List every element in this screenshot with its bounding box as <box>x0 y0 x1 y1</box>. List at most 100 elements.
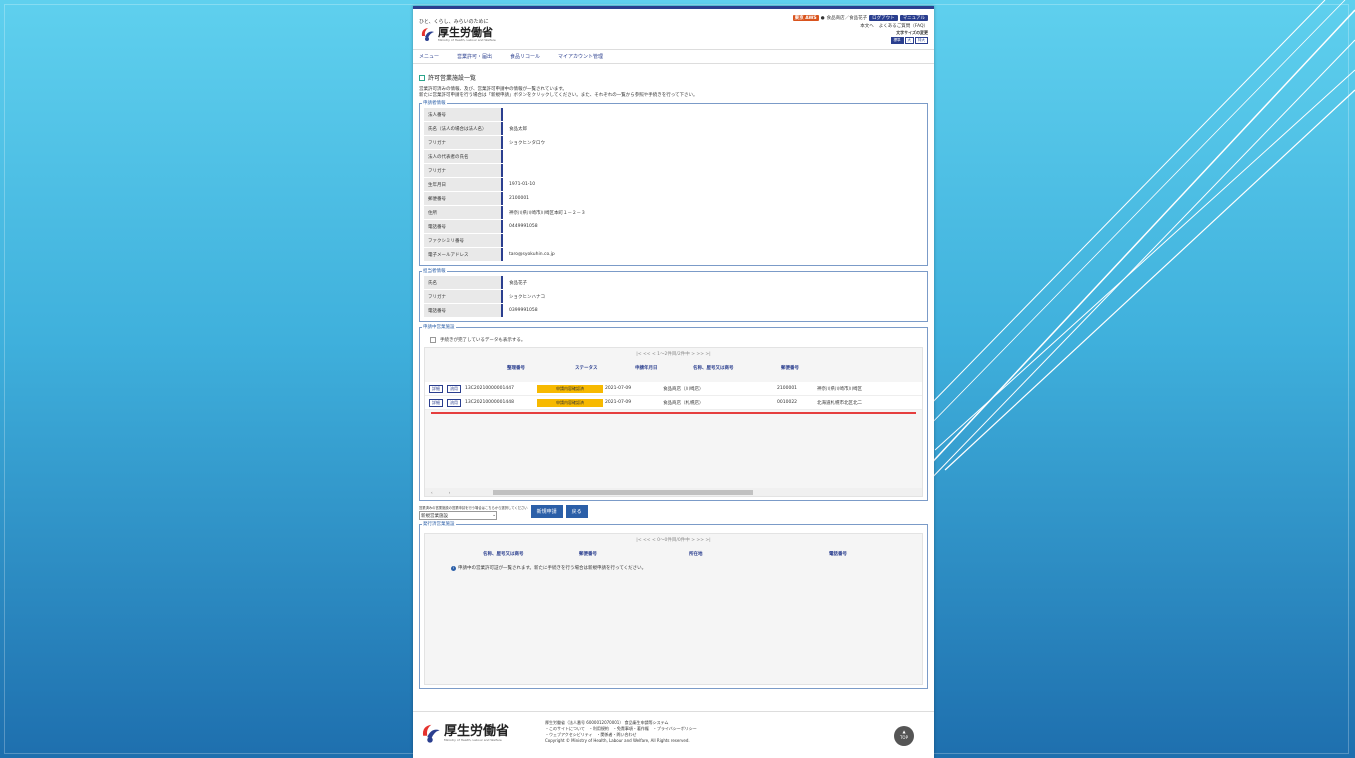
applicant-label: 郵便番号 <box>424 192 503 205</box>
main-nav: メニュー 営業許可・届出 食品リコール マイアカウント管理 <box>413 49 934 64</box>
col-issued-name: 名称、屋号又は商号 <box>483 552 524 557</box>
applicant-row: ファクシミリ番号 <box>424 234 923 248</box>
applicant-value: 1971-01-10 <box>509 182 536 187</box>
issued-info: i 申請中の営業許可証が一覧されます。新たに手続きを行う場合は新規申請を行ってく… <box>451 565 922 571</box>
fontsize-xlarge[interactable]: 特大 <box>915 37 928 44</box>
select-hint: 営業済みの営業施設の営業申請を行う場合はこちらから選択してください <box>419 506 528 510</box>
new-application-area: 営業済みの営業施設の営業申請を行う場合はこちらから選択してください 新規営業施設… <box>419 505 928 520</box>
logo-name: 厚生労働省 <box>438 25 493 39</box>
status-badge: 申請内容確認済 <box>537 398 603 407</box>
applicant-row: 電話番号 0449991058 <box>424 220 923 234</box>
horizontal-scrollbar[interactable]: ‹ › <box>425 488 922 496</box>
applicant-value: 神奈川県川崎市川崎区本町１－２－３ <box>509 210 586 216</box>
env-badge: 東京 AWS <box>792 15 819 21</box>
applying-legend: 申請中営業施設 <box>422 324 456 330</box>
applicant-label: 住所 <box>424 206 503 219</box>
fontsize-switcher: 標準 大 特大 <box>890 37 928 44</box>
detail-button[interactable]: 詳細 <box>429 398 443 407</box>
mhlw-logo-icon <box>419 26 435 42</box>
applying-pager[interactable]: |< << < 1～2件目/2件中 > >> >| <box>425 348 922 361</box>
tagline: ひと、くらし、みらいのために <box>419 19 489 25</box>
contact-row: 氏名 食品花子 <box>424 276 923 290</box>
applicant-row: フリガナ ショクヒンタロウ <box>424 136 923 150</box>
site-logo[interactable]: 厚生労働省 Ministry of Health, Labour and Wel… <box>419 26 496 42</box>
facility-select[interactable]: 新規営業施設 ⌄ <box>419 511 497 520</box>
applicant-value <box>503 150 923 163</box>
applicant-legend: 申請者情報 <box>422 100 447 106</box>
issued-pager[interactable]: |< << < 0～0件目/0件中 > >> >| <box>425 534 922 547</box>
cell-address: 北海道札幌市北区北二 <box>817 400 862 406</box>
show-completed-checkbox[interactable] <box>430 337 436 343</box>
fontsize-standard[interactable]: 標準 <box>890 37 904 44</box>
skip-to-content-link[interactable]: 本文へ <box>860 23 874 29</box>
page-description: 営業許可済みの情報、及び、営業許可申請中の情報が一覧されています。 新たに営業許… <box>419 87 928 99</box>
chevron-down-icon: ⌄ <box>492 513 496 518</box>
col-name: 名称、屋号又は商号 <box>693 366 734 371</box>
contact-row: フリガナ ショクヒンハナコ <box>424 290 923 304</box>
desc-line-2: 新たに営業許可申請を行う場合は「新規申請」ボタンをクリックしてください。また、そ… <box>419 93 698 98</box>
facility-select-value: 新規営業施設 <box>421 513 448 519</box>
detail-button[interactable]: 詳細 <box>429 384 443 393</box>
back-button[interactable]: 戻る <box>565 505 588 518</box>
contact-value: ショクヒンハナコ <box>509 294 545 300</box>
back-to-top-label: TOP <box>899 735 908 740</box>
contact-legend: 担当者情報 <box>422 268 447 274</box>
applicant-label: 電子メールアドレス <box>424 248 503 261</box>
status-badge: 申請内容確認済 <box>537 384 603 393</box>
fontsize-large[interactable]: 大 <box>904 37 914 44</box>
highlight-underline <box>431 412 916 414</box>
footer-links: 厚生労働省（法人番号 6000012070001） 食品衛生申請等システム ・こ… <box>545 720 697 744</box>
show-completed-label: 手続きが完了しているデータも表示する。 <box>440 338 526 343</box>
title-icon <box>419 74 425 81</box>
scroll-thumb[interactable] <box>493 489 753 495</box>
site-footer: 厚生労働省 Ministry of Health, Labour and Wel… <box>413 711 934 758</box>
applicant-row: 住所 神奈川県川崎市川崎区本町１－２－３ <box>424 206 923 220</box>
col-status: ステータス <box>575 366 598 371</box>
applicant-row: 生年月日 1971-01-10 <box>424 178 923 192</box>
contact-section: 担当者情報 氏名 食品花子 フリガナ ショクヒンハナコ 電話番号 0399991058 <box>419 268 928 322</box>
decorative-lines <box>925 0 1355 486</box>
applicant-value: 0449991058 <box>509 224 538 229</box>
applicant-label: 生年月日 <box>424 178 503 191</box>
cell-zip: 0010022 <box>777 400 798 405</box>
faq-link[interactable]: よくあるご質問（FAQ） <box>879 23 928 29</box>
back-to-top-button[interactable]: ▲ TOP <box>894 726 914 746</box>
page-title: 許可営業施設一覧 <box>419 73 928 82</box>
applicant-label: 法人番号 <box>424 108 503 121</box>
applicant-value: taro@syokuhin.co.jp <box>509 252 555 257</box>
cell-address: 神奈川県川崎市川崎区 <box>817 386 862 392</box>
issued-section: 発行済営業施設 |< << < 0～0件目/0件中 > >> >| 名称、屋号又… <box>419 521 928 689</box>
cell-no: 13C20210000001448 <box>465 400 514 405</box>
col-zip: 郵便番号 <box>781 366 799 371</box>
scroll-right-icon[interactable]: › <box>449 490 451 495</box>
fontsize-label: 文字サイズの変更 <box>896 30 928 35</box>
applicant-label: 電話番号 <box>424 220 503 233</box>
reuse-button[interactable]: 流用 <box>447 398 461 407</box>
cell-date: 2021-07-09 <box>605 386 632 391</box>
cell-name: 食品商店（札幌店） <box>663 400 704 406</box>
new-application-button[interactable]: 新規申請 <box>530 505 563 518</box>
nav-recall[interactable]: 食品リコール <box>510 53 540 60</box>
manual-button[interactable]: マニュアル <box>899 15 928 21</box>
table-row: 詳細 流用 13C20210000001448 申請内容確認済 2021-07-09 食品… <box>425 396 922 410</box>
browser-page: ひと、くらし、みらいのために 厚生労働省 Ministry of Health,… <box>413 6 934 758</box>
logout-button[interactable]: ログアウト <box>869 15 898 21</box>
col-issued-address: 所在地 <box>689 552 703 557</box>
nav-account[interactable]: マイアカウント管理 <box>558 53 603 60</box>
nav-menu[interactable]: メニュー <box>419 53 439 60</box>
footer-copyright: Copyright © Ministry of Health, Labour a… <box>545 738 690 743</box>
nav-license[interactable]: 営業許可・届出 <box>457 53 492 60</box>
issued-grid: |< << < 0～0件目/0件中 > >> >| 名称、屋号又は商号 郵便番号… <box>424 533 923 685</box>
applying-grid-header: 整理番号 ステータス 申請年月日 名称、屋号又は商号 郵便番号 <box>425 361 922 375</box>
contact-label: 電話番号 <box>424 304 503 317</box>
table-row: 詳細 流用 13C20210000001447 申請内容確認済 2021-07-09 食品… <box>425 382 922 396</box>
reuse-button[interactable]: 流用 <box>447 384 461 393</box>
scroll-left-icon[interactable]: ‹ <box>431 490 433 495</box>
applicant-row: 電子メールアドレス taro@syokuhin.co.jp <box>424 248 923 262</box>
cell-date: 2021-07-09 <box>605 400 632 405</box>
issued-grid-header: 名称、屋号又は商号 郵便番号 所在地 電話番号 <box>425 547 922 561</box>
footer-logo[interactable]: 厚生労働省 Ministry of Health, Labour and Wel… <box>419 722 509 744</box>
applying-section: 申請中営業施設 手続きが完了しているデータも表示する。 |< << < 1～2件… <box>419 324 928 501</box>
col-issued-phone: 電話番号 <box>829 552 847 557</box>
info-icon: i <box>451 565 456 571</box>
